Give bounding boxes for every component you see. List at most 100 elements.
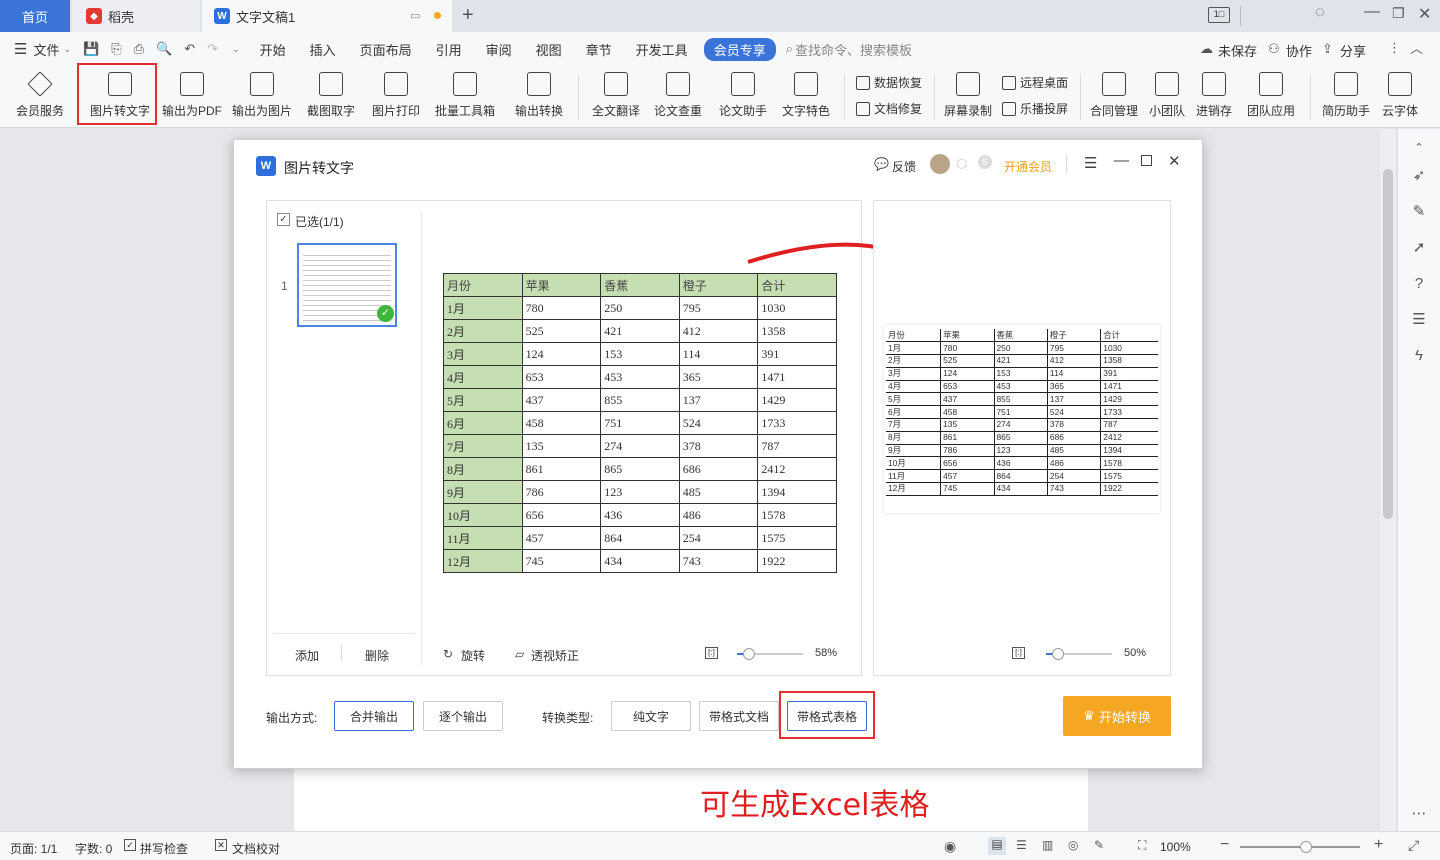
batch-toolbox-button[interactable]: 批量工具箱 (428, 70, 502, 124)
start-convert-button[interactable]: ♛ 开始转换 (1063, 696, 1171, 736)
help-icon[interactable]: ? (1410, 275, 1428, 293)
annotate-icon[interactable]: ✎ (1094, 838, 1104, 852)
collapse-up-icon[interactable]: ⌃ (1410, 139, 1428, 157)
print-icon[interactable]: ⎙ (134, 41, 144, 57)
menu-start[interactable]: 开始 (248, 40, 298, 59)
redo-icon[interactable]: ↷ (207, 41, 218, 57)
export-pdf-button[interactable]: 输出为PDF (160, 70, 224, 124)
fit-icon[interactable]: [:] (705, 647, 718, 659)
chevron-down-icon[interactable]: ⌄ (63, 44, 71, 55)
image-print-button[interactable]: 图片打印 (368, 70, 424, 124)
zoom-out-icon[interactable]: − (1220, 836, 1229, 854)
doc-repair-button[interactable]: 文档修复 (856, 100, 922, 117)
unsaved-status[interactable]: 未保存 (1218, 41, 1257, 60)
menu-view[interactable]: 视图 (524, 40, 574, 59)
small-team-button[interactable]: 小团队 (1146, 70, 1188, 124)
plain-text-button[interactable]: 纯文字 (611, 701, 691, 731)
formatted-doc-button[interactable]: 带格式文档 (699, 701, 779, 731)
delete-button[interactable]: 删除 (365, 647, 389, 664)
vertical-scrollbar[interactable] (1380, 129, 1396, 831)
cast-screen-button[interactable]: 乐播投屏 (1002, 100, 1068, 117)
zoom-slider-right[interactable] (1046, 648, 1112, 660)
add-button[interactable]: 添加 (295, 647, 319, 664)
zoom-in-icon[interactable]: + (1374, 836, 1383, 854)
save-icon[interactable]: 💾 (83, 41, 99, 57)
menu-member[interactable]: 会员专享 (703, 37, 776, 61)
zoom-slider-knob-right[interactable] (1052, 648, 1064, 660)
text-features-button[interactable]: 文字特色 (776, 70, 836, 124)
dialog-maximize-icon[interactable] (1141, 155, 1152, 166)
dialog-minimize-icon[interactable]: — (1114, 152, 1129, 169)
fullscreen-icon[interactable]: ⤢ (1408, 837, 1419, 854)
close-window-icon[interactable]: ✕ (1418, 4, 1431, 24)
rocket-icon[interactable]: ➶ (1410, 167, 1428, 185)
output-convert-button[interactable]: 输出转换 (508, 70, 570, 124)
inventory-button[interactable]: 进销存 (1192, 70, 1236, 124)
paper-assistant-button[interactable]: 论文助手 (716, 70, 770, 124)
tab-home[interactable]: 首页 (0, 0, 70, 32)
zoom-slider-knob[interactable] (743, 648, 755, 660)
menu-developer[interactable]: 开发工具 (624, 40, 700, 59)
zoom-level[interactable]: 100% (1160, 840, 1191, 854)
zoom-slider-left[interactable] (737, 648, 803, 660)
zoom-slider-handle[interactable] (1300, 841, 1312, 853)
eye-icon[interactable]: ◉ (944, 838, 956, 855)
open-vip-link[interactable]: 开通会员 (1004, 158, 1052, 175)
menu-insert[interactable]: 插入 (298, 40, 348, 59)
page-indicator[interactable]: 页面: 1/1 (10, 840, 57, 857)
hamburger-icon[interactable]: ☰ (0, 40, 27, 58)
feedback-button[interactable]: 反馈 (892, 158, 916, 175)
proofread-button[interactable]: 文档校对 (232, 840, 280, 857)
team-apps-button[interactable]: 团队应用 (1240, 70, 1302, 124)
data-recovery-button[interactable]: 数据恢复 (856, 74, 922, 91)
menu-chapter[interactable]: 章节 (574, 40, 624, 59)
collapse-ribbon-icon[interactable]: ︿ (1410, 38, 1423, 57)
cursor-icon[interactable]: ➚ (1410, 239, 1428, 257)
tab-docer[interactable]: ◆ 稻壳 (72, 0, 200, 32)
resume-assistant-button[interactable]: 简历助手 (1318, 70, 1374, 124)
more-dots-icon[interactable]: ⋯ (1410, 805, 1428, 823)
select-all-checkbox[interactable]: ✓ (277, 213, 290, 226)
undo-icon[interactable]: ↶ (184, 41, 195, 57)
merge-output-button[interactable]: 合并输出 (334, 701, 414, 731)
spell-check-button[interactable]: 拼写检查 (140, 840, 188, 857)
dialog-close-icon[interactable]: ✕ (1168, 152, 1181, 170)
quick-access-chevron-icon[interactable]: ⌄ (232, 44, 240, 55)
menu-reference[interactable]: 引用 (424, 40, 474, 59)
tab-document[interactable]: W 文字文稿1 ▭ (202, 0, 452, 32)
read-view-icon[interactable]: ▥ (1042, 838, 1053, 852)
share-button[interactable]: 分享 (1340, 41, 1366, 60)
export-image-button[interactable]: 输出为图片 (230, 70, 294, 124)
perspective-button[interactable]: 透视矫正 (531, 647, 579, 664)
fit-icon-right[interactable]: [:] (1012, 647, 1025, 659)
more-icon[interactable]: ⋮ (1388, 40, 1401, 56)
pen-icon[interactable]: ✎ (1410, 203, 1428, 221)
menu-layout[interactable]: 页面布局 (348, 40, 424, 59)
avatar[interactable] (930, 154, 950, 174)
web-view-icon[interactable]: ◎ (1068, 838, 1078, 852)
monitor-icon[interactable]: ▭ (410, 9, 420, 22)
screenshot-ocr-button[interactable]: 截图取字 (300, 70, 362, 124)
menu-review[interactable]: 审阅 (474, 40, 524, 59)
member-service-button[interactable]: 会员服务 (10, 70, 70, 124)
remote-desktop-button[interactable]: 远程桌面 (1002, 74, 1068, 91)
export-icon[interactable]: ⎘ (111, 41, 121, 57)
lightning-icon[interactable]: ϟ (1410, 347, 1428, 365)
window-layout-icon[interactable]: 1□ (1208, 7, 1230, 23)
contract-manage-button[interactable]: 合同管理 (1086, 70, 1142, 124)
cloud-font-button[interactable]: 云字体 (1378, 70, 1422, 124)
command-search-input[interactable]: 查找命令、搜索模板 (795, 40, 912, 59)
settings-sliders-icon[interactable]: ☰ (1410, 311, 1428, 329)
rotate-button[interactable]: 旋转 (461, 647, 485, 664)
translate-button[interactable]: 全文翻译 (588, 70, 644, 124)
collab-button[interactable]: 协作 (1286, 41, 1312, 60)
zoom-slider[interactable] (1240, 841, 1360, 853)
word-count[interactable]: 字数: 0 (75, 840, 112, 857)
page-view-icon[interactable]: ▤ (988, 837, 1006, 855)
outline-view-icon[interactable]: ☰ (1016, 838, 1027, 852)
new-tab-icon[interactable]: + (462, 4, 474, 27)
user-icon[interactable]: ◌ (1315, 4, 1325, 22)
fit-page-icon[interactable]: ⛶ (1138, 838, 1146, 853)
preview-icon[interactable]: 🔍 (156, 41, 172, 57)
image-thumbnail[interactable]: ✓ (297, 243, 397, 327)
